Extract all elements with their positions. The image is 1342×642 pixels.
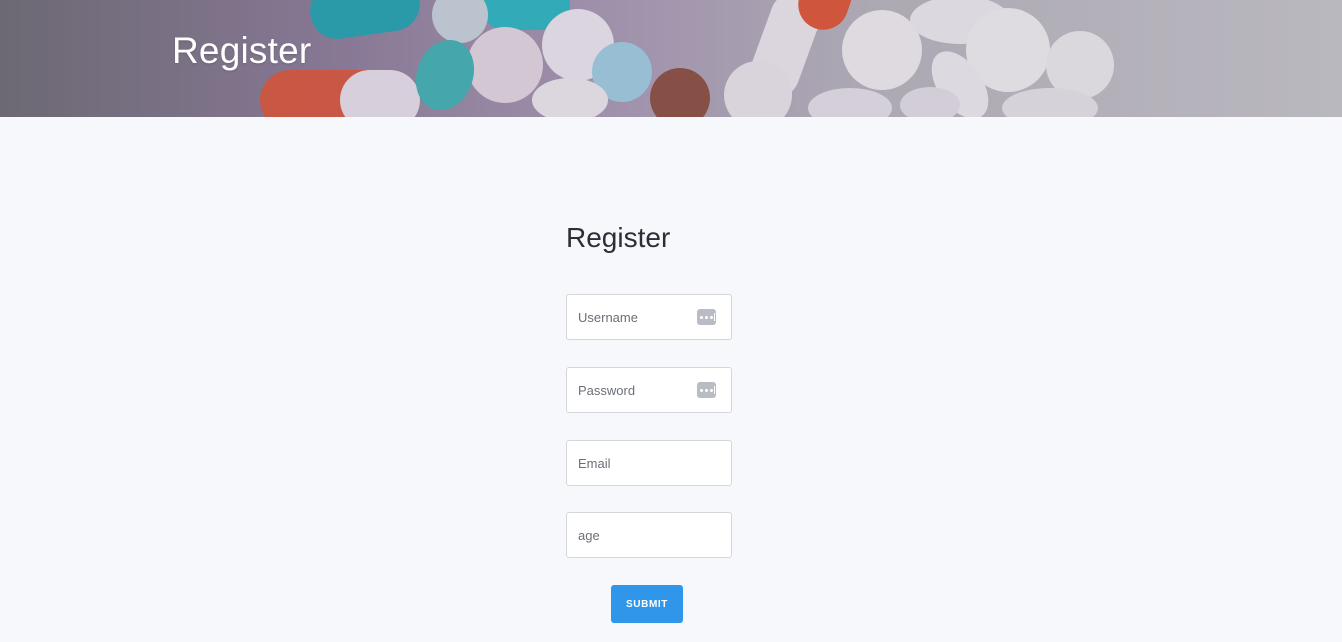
header-title: Register xyxy=(172,30,312,71)
password-dots-icon[interactable] xyxy=(697,382,716,398)
password-dots-icon[interactable] xyxy=(697,309,716,325)
email-field xyxy=(566,440,732,486)
age-field xyxy=(566,512,732,558)
password-field xyxy=(566,367,732,413)
username-field xyxy=(566,294,732,340)
email-input[interactable] xyxy=(567,441,731,485)
form-title: Register xyxy=(566,222,671,253)
submit-button[interactable]: SUBMIT xyxy=(611,585,683,623)
register-form: Register SUBMIT xyxy=(566,218,732,623)
header-banner: Register xyxy=(0,0,1342,117)
age-input[interactable] xyxy=(567,513,731,557)
